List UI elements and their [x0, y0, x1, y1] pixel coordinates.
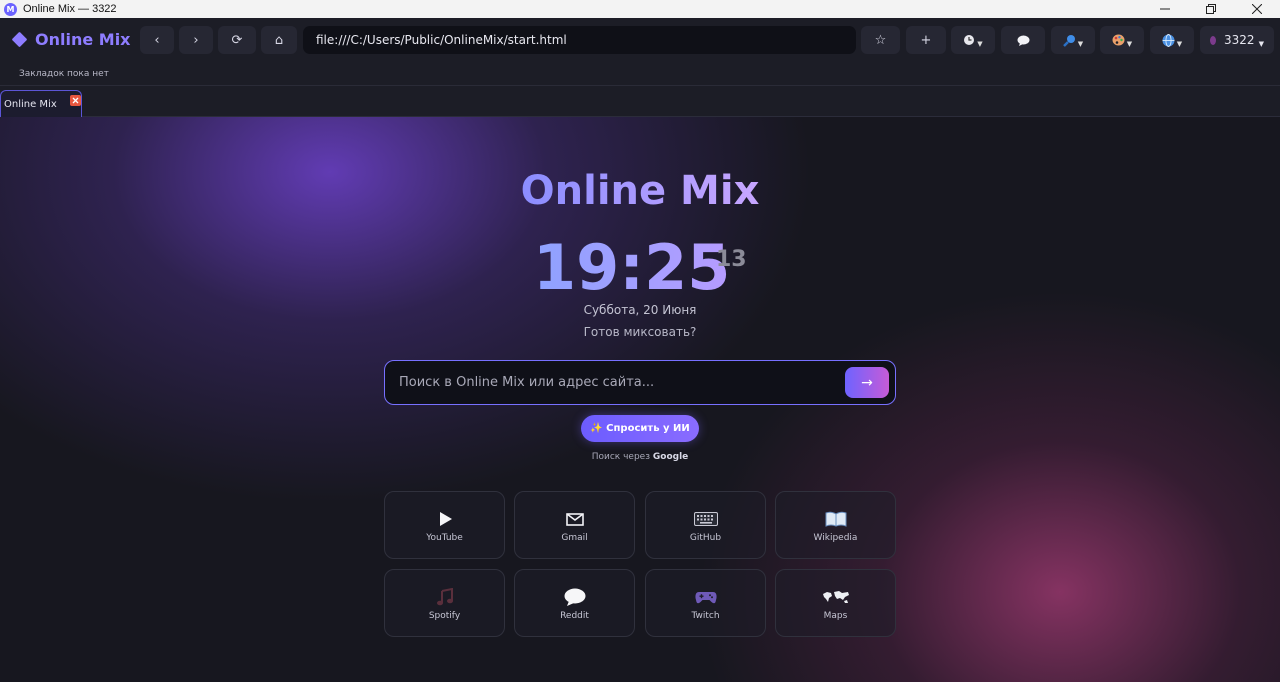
shortcut-twitch[interactable]: Twitch — [645, 569, 766, 637]
shortcut-label: Maps — [823, 611, 848, 621]
shortcut-maps[interactable]: Maps — [775, 569, 896, 637]
chat-button[interactable] — [1001, 26, 1045, 54]
back-arrow-icon: ‹ — [154, 32, 160, 48]
ask-ai-button[interactable]: ✨ Спросить у ИИ — [581, 415, 699, 442]
start-page: Online Mix 19:25 13 Суббота, 20 Июня Гот… — [0, 117, 1280, 682]
date-label: Суббота, 20 Июня — [583, 303, 697, 317]
tab-online-mix[interactable]: Online Mix — [0, 90, 82, 117]
shortcut-label: Twitch — [691, 611, 720, 621]
shortcut-label: Spotify — [428, 611, 461, 621]
window-controls — [1142, 0, 1280, 18]
page-title-text: Online Mix — [520, 168, 760, 214]
magnifier-icon — [1062, 34, 1075, 47]
search-box: → — [384, 360, 896, 405]
mail-icon — [565, 509, 584, 529]
search-engine-prefix: Поиск через — [591, 452, 650, 462]
address-url: file:///C:/Users/Public/OnlineMix/start.… — [316, 33, 567, 47]
shortcut-gmail[interactable]: Gmail — [514, 491, 635, 559]
app-logo-icon: M — [4, 2, 17, 16]
user-menu-button[interactable]: 3322 ▼ — [1200, 26, 1274, 54]
keyboard-icon — [693, 509, 718, 529]
tab-close-button[interactable] — [70, 95, 81, 106]
home-button[interactable]: ⌂ — [261, 26, 297, 54]
play-icon — [437, 509, 453, 529]
bookmarks-bar: Закладок пока нет — [0, 62, 1280, 86]
clock-seconds: 13 — [716, 247, 747, 272]
new-tab-button[interactable]: + — [906, 26, 946, 54]
shortcut-label: Gmail — [561, 533, 588, 543]
forward-button[interactable]: › — [179, 26, 213, 54]
close-icon — [72, 97, 79, 104]
tab-label: Online Mix — [4, 98, 57, 110]
shortcut-youtube[interactable]: YouTube — [384, 491, 505, 559]
shortcut-reddit[interactable]: Reddit — [514, 569, 635, 637]
clock-icon — [964, 35, 975, 45]
greeting-label: Готов миксовать? — [583, 325, 697, 339]
theme-menu-button[interactable]: ▼ — [1100, 26, 1144, 54]
tab-strip: Online Mix — [0, 86, 1280, 117]
plus-icon: + — [920, 32, 932, 48]
clock-time: 19:25 — [533, 231, 731, 304]
reload-icon: ⟳ — [231, 32, 243, 48]
search-submit-button[interactable]: → — [845, 367, 889, 398]
shortcut-grid: YouTube Gmail GitHub Wikipedia Spotify R… — [384, 491, 896, 637]
forward-arrow-icon: › — [193, 32, 199, 48]
back-button[interactable]: ‹ — [140, 26, 174, 54]
book-icon — [825, 509, 847, 529]
shortcut-label: Wikipedia — [813, 533, 858, 543]
history-menu-button[interactable]: ▼ — [951, 26, 995, 54]
bookmarks-empty-text: Закладок пока нет — [19, 68, 109, 79]
window-titlebar: M Online Mix — 3322 — [0, 0, 1280, 18]
clock: 19:25 — [533, 233, 730, 303]
shortcut-github[interactable]: GitHub — [645, 491, 766, 559]
window-title: Online Mix — 3322 — [23, 3, 117, 15]
music-note-icon — [436, 587, 454, 607]
shortcut-label: GitHub — [689, 533, 722, 543]
restore-icon — [1206, 4, 1216, 14]
arrow-right-icon: → — [861, 374, 873, 391]
shortcut-label: Reddit — [560, 611, 589, 621]
palette-icon — [1112, 34, 1125, 46]
bookmark-button[interactable]: ☆ — [861, 26, 900, 54]
restore-button[interactable] — [1188, 0, 1234, 18]
close-window-button[interactable] — [1234, 0, 1280, 18]
browser-toolbar: Online Mix ‹ › ⟳ ⌂ file:///C:/Users/Publ… — [0, 18, 1280, 62]
chevron-down-icon: ▼ — [1126, 40, 1133, 48]
home-icon: ⌂ — [274, 32, 284, 48]
chevron-down-icon: ▼ — [977, 40, 983, 48]
chevron-down-icon: ▼ — [1176, 40, 1183, 48]
shortcut-label: YouTube — [426, 533, 463, 543]
brand-logo[interactable]: Online Mix — [11, 30, 131, 49]
gamepad-icon — [694, 587, 717, 607]
speech-bubble-icon — [1017, 35, 1029, 46]
globe-icon — [1162, 33, 1175, 47]
language-menu-button[interactable]: ▼ — [1150, 26, 1194, 54]
tools-menu-button[interactable]: ▼ — [1051, 26, 1095, 54]
user-label: 3322 — [1224, 33, 1255, 47]
speech-bubble-icon — [564, 587, 586, 607]
chevron-down-icon: ▼ — [1258, 40, 1264, 48]
minimize-button[interactable] — [1142, 0, 1188, 18]
search-input[interactable] — [399, 361, 839, 404]
star-icon: ☆ — [874, 32, 887, 48]
world-map-icon — [822, 587, 850, 607]
shortcut-wikipedia[interactable]: Wikipedia — [775, 491, 896, 559]
minimize-icon — [1160, 8, 1170, 10]
close-icon — [1252, 4, 1262, 14]
diamond-icon — [11, 31, 28, 48]
search-engine-name: Google — [652, 452, 689, 462]
user-avatar-icon — [1210, 35, 1217, 45]
page-title: Online Mix — [0, 168, 1280, 214]
reload-button[interactable]: ⟳ — [218, 26, 256, 54]
brand-name: Online Mix — [35, 30, 131, 49]
shortcut-spotify[interactable]: Spotify — [384, 569, 505, 637]
chevron-down-icon: ▼ — [1077, 40, 1084, 48]
search-engine-note: Поиск через Google — [0, 452, 1280, 462]
address-bar[interactable]: file:///C:/Users/Public/OnlineMix/start.… — [303, 26, 856, 54]
